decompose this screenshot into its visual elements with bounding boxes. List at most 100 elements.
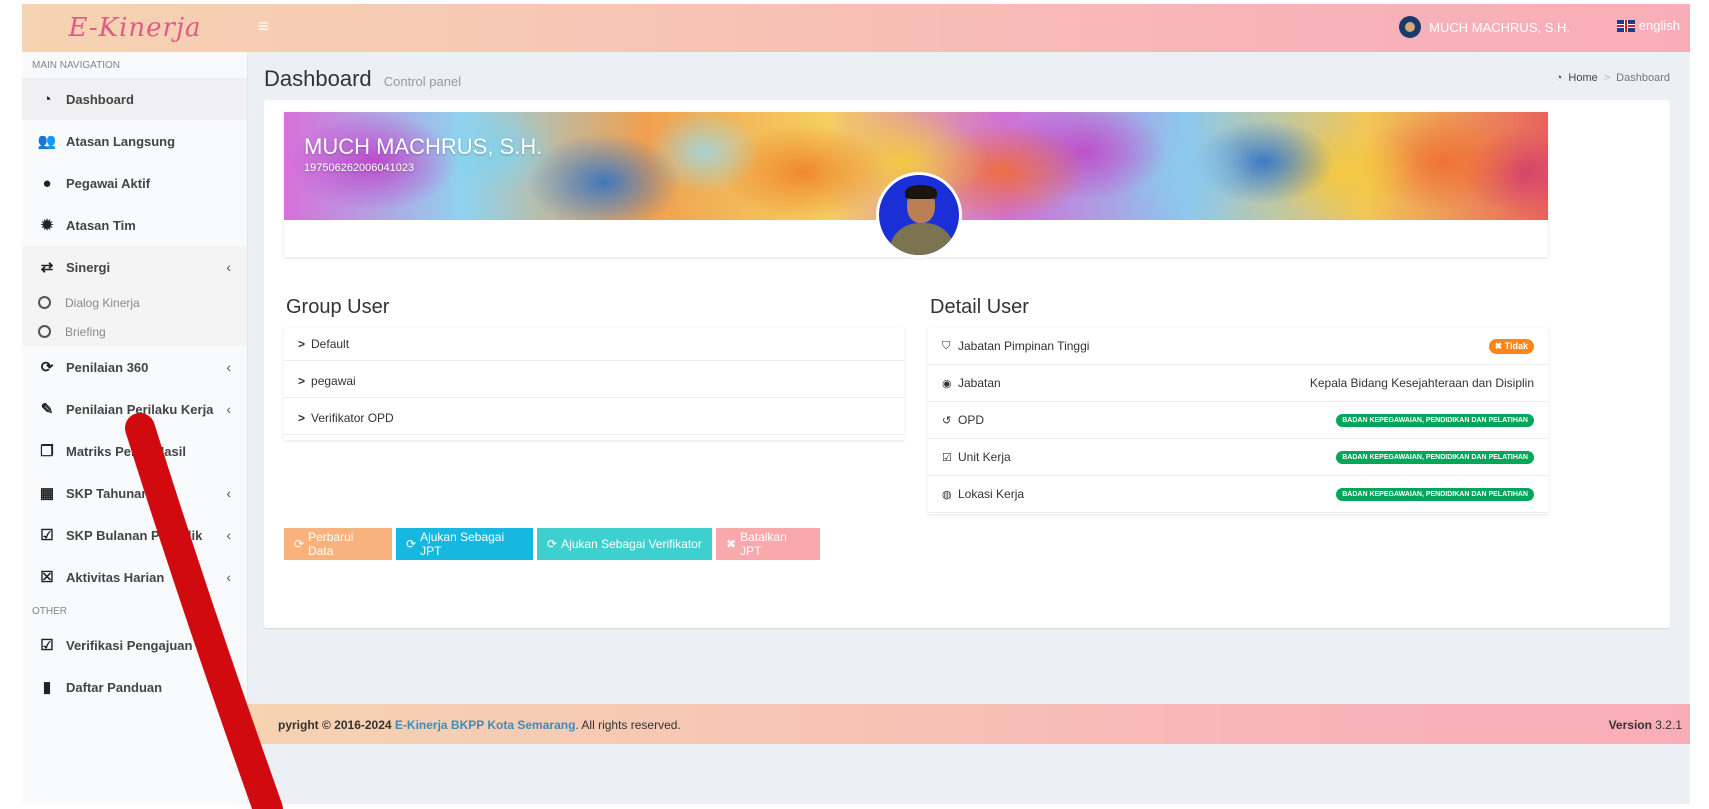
detail-label: Lokasi Kerja: [958, 487, 1025, 501]
sidebar-item-atasan-tim[interactable]: ✹ Atasan Tim: [22, 204, 247, 246]
shield-icon: ⛉: [942, 339, 951, 352]
sidebar-item-label: Pegawai Aktif: [66, 175, 151, 191]
sidebar-item-sinergi[interactable]: ⇄ Sinergi ‹: [22, 246, 247, 288]
chevron-left-icon: ‹: [226, 359, 231, 375]
footer-link[interactable]: E-Kinerja BKPP Kota Semarang: [395, 718, 576, 732]
breadcrumb: ◔ Home > Dashboard: [1556, 72, 1670, 84]
refresh-icon: ⟳: [294, 537, 305, 551]
calendar-check-icon: ☑: [40, 527, 54, 544]
detail-row-jpt: ⛉ Jabatan Pimpinan Tinggi ✖ Tidak: [928, 328, 1548, 365]
group-item-label: Verifikator OPD: [311, 411, 394, 425]
dashboard-box: MUCH MACHRUS, S.H. 197506262006041023 Gr…: [264, 100, 1670, 628]
version-number: 3.2.1: [1655, 718, 1682, 732]
calendar-check-icon: ☑: [942, 451, 952, 464]
detail-row-opd: ↺ OPD BADAN KEPEGAWAIAN, PENDIDIKAN DAN …: [928, 402, 1548, 439]
sidebar-item-verifikasi-pengajuan[interactable]: ☑ Verifikasi Pengajuan: [22, 624, 247, 666]
close-icon: ✖: [726, 537, 737, 551]
button-label: Ajukan Sebagai Verifikator: [561, 537, 702, 551]
profile-card: MUCH MACHRUS, S.H. 197506262006041023: [284, 112, 1548, 258]
history-icon: ↺: [942, 414, 952, 427]
sidebar-subitem-dialog-kinerja[interactable]: Dialog Kinerja: [22, 288, 247, 317]
app-window: E-Kinerja ≡ MUCH MACHRUS, S.H. english M…: [22, 4, 1690, 804]
sidebar-subitem-label: Dialog Kinerja: [65, 295, 140, 310]
dashboard-icon: ◔: [1555, 72, 1563, 84]
submit-jpt-button[interactable]: ⟳ Ajukan Sebagai JPT: [396, 528, 533, 560]
group-user-title: Group User: [286, 296, 390, 318]
detail-label: Jabatan Pimpinan Tinggi: [958, 339, 1090, 353]
sidebar-item-skp-tahunan[interactable]: ▦ SKP Tahunan ‹: [22, 472, 247, 514]
sidebar-item-aktivitas-harian[interactable]: ☒ Aktivitas Harian ‹: [22, 556, 247, 598]
check-square-icon: ☑: [40, 637, 54, 654]
status-badge: ✖ Tidak: [1488, 338, 1534, 354]
language-switcher[interactable]: english: [1616, 18, 1680, 33]
uk-flag-icon: [1616, 19, 1635, 32]
sidebar-toggle-icon[interactable]: ≡: [258, 16, 278, 38]
chevron-left-icon: ‹: [226, 569, 231, 585]
version-label: Version: [1608, 718, 1652, 732]
detail-row-lokasi-kerja: ◍ Lokasi Kerja BADAN KEPEGAWAIAN, PENDID…: [928, 476, 1548, 513]
user-menu[interactable]: MUCH MACHRUS, S.H.: [1399, 16, 1570, 38]
detail-label: Jabatan: [958, 376, 1001, 390]
group-item-label: pegawai: [311, 374, 356, 388]
copyright-suffix: . All rights reserved.: [575, 718, 681, 732]
sidebar-item-pegawai-aktif[interactable]: ● Pegawai Aktif: [22, 162, 247, 204]
sidebar-item-label: Atasan Tim: [66, 217, 136, 233]
detail-user-list: ⛉ Jabatan Pimpinan Tinggi ✖ Tidak ◉ Jaba…: [928, 328, 1548, 514]
main-content: Dashboard Control panel ◔ Home > Dashboa…: [248, 52, 1690, 700]
sidebar-item-daftar-panduan[interactable]: ▮ Daftar Panduan: [22, 666, 247, 708]
group-item-pegawai[interactable]: > pegawai: [284, 365, 904, 398]
chevron-left-icon: ‹: [226, 485, 231, 501]
chevron-left-icon: ‹: [226, 527, 231, 543]
breadcrumb-home[interactable]: Home: [1568, 72, 1597, 84]
profile-name: MUCH MACHRUS, S.H.: [304, 134, 543, 159]
detail-row-jabatan: ◉ Jabatan Kepala Bidang Kesejahteraan da…: [928, 365, 1548, 402]
retweet-icon: ⇄: [40, 259, 54, 276]
button-label: Batalkan JPT: [740, 530, 787, 558]
compass-icon: ◉: [942, 377, 952, 390]
update-data-button[interactable]: ⟳ Perbarui Data: [284, 528, 392, 560]
group-item-verifikator-opd[interactable]: > Verifikator OPD: [284, 402, 904, 435]
chevron-right-icon: >: [298, 411, 306, 425]
sidebar-item-label: Penilaian Perilaku Kerja: [66, 401, 214, 417]
calendar-times-icon: ☒: [40, 569, 54, 586]
circle-icon: [38, 296, 51, 309]
sidebar-item-skp-bulanan-periodik[interactable]: ☑ SKP Bulanan Periodik ‹: [22, 514, 247, 556]
button-label: Perbarui Data: [308, 530, 354, 558]
detail-value: Kepala Bidang Kesejahteraan dan Disiplin: [1309, 376, 1534, 390]
copyright-prefix: pyright © 2016-2024: [278, 718, 392, 732]
status-badge: BADAN KEPEGAWAIAN, PENDIDIKAN DAN PELATI…: [1336, 413, 1534, 427]
badge-text: Tidak: [1504, 340, 1528, 351]
globe-icon: ◍: [942, 488, 952, 501]
page-subtitle: Control panel: [383, 74, 462, 89]
breadcrumb-current: Dashboard: [1616, 72, 1670, 84]
photo-body: [889, 223, 955, 255]
chevron-left-icon: ‹: [226, 401, 231, 417]
submit-verifier-button[interactable]: ⟳ Ajukan Sebagai Verifikator: [537, 528, 712, 560]
app-logo[interactable]: E-Kinerja: [22, 4, 248, 52]
sidebar-item-label: Penilaian 360: [66, 359, 149, 375]
copyright-text: pyright © 2016-2024 E-Kinerja BKPP Kota …: [278, 718, 681, 732]
cancel-jpt-button[interactable]: ✖ Batalkan JPT: [716, 528, 820, 560]
sidebar-item-penilaian-360[interactable]: ⟳ Penilaian 360 ‹: [22, 346, 247, 388]
group-item-default[interactable]: > Default: [284, 328, 904, 361]
sidebar-item-penilaian-perilaku-kerja[interactable]: ✎ Penilaian Perilaku Kerja ‹: [22, 388, 247, 430]
users-icon: 👥: [37, 133, 57, 150]
dashboard-icon: ◔: [42, 90, 52, 108]
sidebar-subitem-briefing[interactable]: Briefing: [22, 317, 247, 346]
sidebar-item-label: SKP Tahunan: [66, 485, 150, 501]
calendar-icon: ▦: [39, 485, 55, 502]
group-item-label: Default: [311, 337, 350, 351]
page-title: Dashboard Control panel: [264, 66, 461, 92]
sidebar-item-atasan-langsung[interactable]: 👥 Atasan Langsung: [22, 120, 247, 162]
main-navigation-header: MAIN NAVIGATION: [32, 60, 120, 71]
sidebar-item-dashboard[interactable]: ◔ Dashboard: [22, 78, 247, 120]
group-user-list: > Default > pegawai > Verifikator OPD: [284, 328, 904, 440]
sidebar-item-label: Dashboard: [66, 91, 134, 107]
sinergi-group: ⇄ Sinergi ‹ Dialog Kinerja Briefing: [22, 246, 247, 346]
detail-user-title: Detail User: [930, 296, 1029, 318]
sidebar-item-matriks-peran-hasil[interactable]: ❐ Matriks Peran Hasil: [22, 430, 247, 472]
profile-nip: 197506262006041023: [304, 162, 415, 174]
chevron-right-icon: >: [298, 337, 306, 351]
breadcrumb-separator: >: [1603, 72, 1611, 84]
sidebar: MAIN NAVIGATION ◔ Dashboard 👥 Atasan Lan…: [22, 52, 248, 804]
